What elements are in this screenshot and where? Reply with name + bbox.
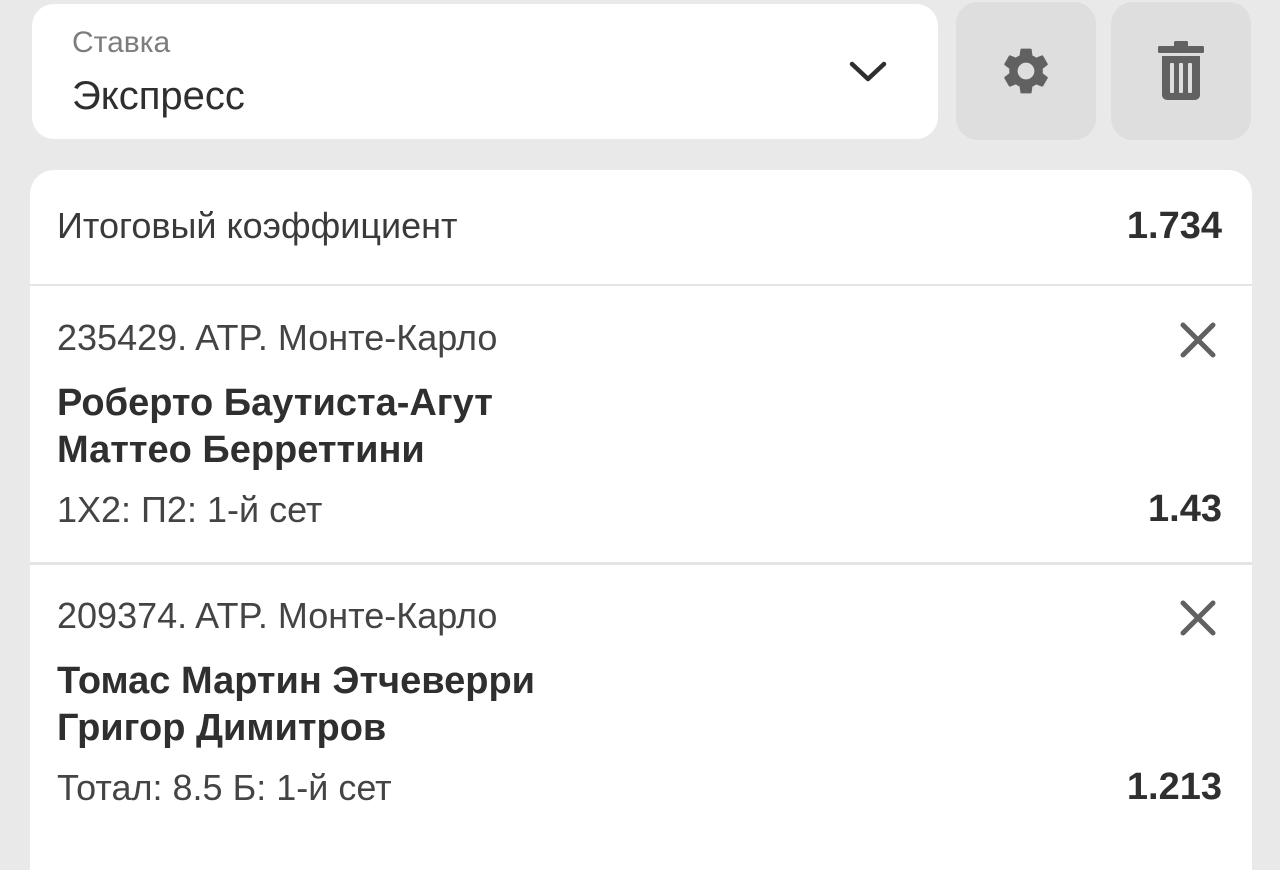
- event-odd: 1.213: [1126, 766, 1222, 808]
- close-icon[interactable]: [1178, 320, 1218, 360]
- trash-icon: [1158, 41, 1204, 100]
- delete-button[interactable]: [1111, 2, 1251, 140]
- total-coefficient-label: Итоговый коэффициент: [57, 205, 458, 246]
- close-icon[interactable]: [1178, 598, 1218, 638]
- event-header: 235429. ATP. Монте-Карло: [57, 317, 498, 358]
- bet-coupon: Итоговый коэффициент 1.734 235429. ATP. …: [30, 170, 1252, 870]
- team-home: Роберто Баутиста-Агут: [57, 382, 493, 424]
- total-coefficient-row: Итоговый коэффициент 1.734: [30, 170, 1252, 286]
- bet-event: 209374. ATP. Монте-Карло Томас Мартин Эт…: [30, 564, 1252, 840]
- bet-event: 235429. ATP. Монте-Карло Роберто Баутист…: [30, 286, 1252, 565]
- event-teams: Томас Мартин Этчеверри Григор Димитров: [57, 658, 535, 752]
- team-away: Маттео Берреттини: [57, 429, 425, 471]
- team-away: Григор Димитров: [57, 707, 387, 749]
- bet-type-caption: Ставка: [72, 26, 171, 59]
- event-odd: 1.43: [1148, 488, 1222, 530]
- bet-type-value: Экспресс: [72, 74, 245, 118]
- settings-button[interactable]: [956, 2, 1096, 140]
- bet-type-select[interactable]: Ставка Экспресс: [32, 4, 938, 139]
- chevron-down-icon: [849, 61, 887, 82]
- gear-icon: [1004, 48, 1048, 94]
- event-market: 1X2: П2: 1-й сет: [57, 489, 323, 530]
- total-coefficient-value: 1.734: [1126, 205, 1222, 247]
- event-market: Тотал: 8.5 Б: 1-й сет: [57, 767, 392, 808]
- team-home: Томас Мартин Этчеверри: [57, 660, 536, 702]
- event-header: 209374. ATP. Монте-Карло: [57, 595, 498, 636]
- event-teams: Роберто Баутиста-Агут Маттео Берреттини: [57, 380, 493, 474]
